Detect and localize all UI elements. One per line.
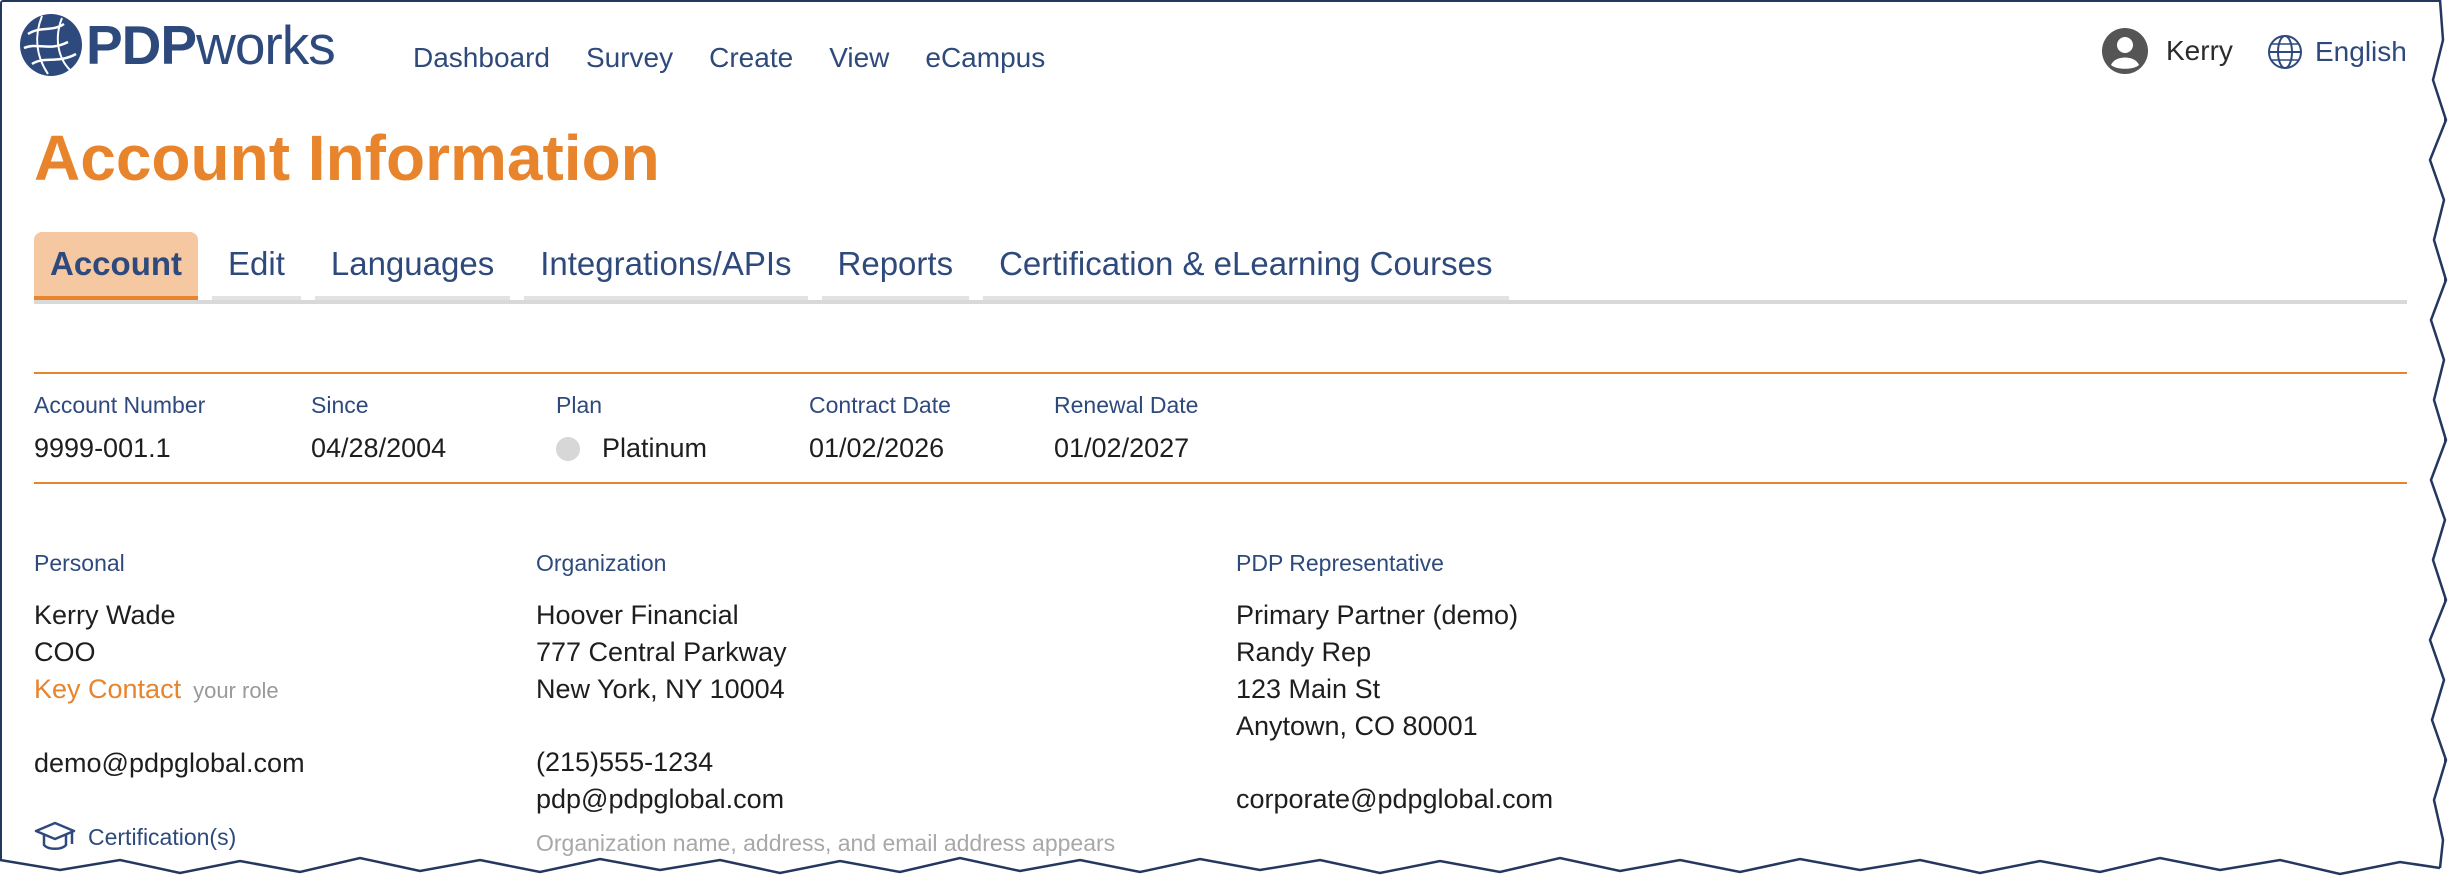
contract-date-field: Contract Date 01/02/2026 bbox=[809, 392, 951, 464]
contract-date-label: Contract Date bbox=[809, 392, 951, 418]
organization-name: Hoover Financial bbox=[536, 600, 739, 630]
organization-email: pdp@pdpglobal.com bbox=[536, 784, 785, 814]
account-tabs: Account Edit Languages Integrations/APIs… bbox=[34, 232, 2407, 304]
globe-logo-icon bbox=[20, 14, 82, 76]
pdpworks-logo[interactable]: PDPworks bbox=[18, 12, 336, 78]
organization-section: Organization Hoover Financial 777 Centra… bbox=[536, 550, 787, 818]
personal-title: COO bbox=[34, 637, 96, 667]
globe-icon bbox=[2268, 35, 2302, 69]
summary-top-rule bbox=[34, 372, 2407, 374]
logo-pdp-text: PDP bbox=[86, 13, 197, 76]
representative-email: corporate@pdpglobal.com bbox=[1236, 784, 1554, 814]
representative-partner: Primary Partner (demo) bbox=[1236, 600, 1519, 630]
account-number-value: 9999-001.1 bbox=[34, 433, 171, 463]
since-label: Since bbox=[311, 392, 369, 418]
plan-value-row: Platinum bbox=[556, 433, 707, 464]
logo-works-text: works bbox=[196, 13, 336, 76]
renewal-date-field: Renewal Date 01/02/2027 bbox=[1054, 392, 1198, 464]
language-selector[interactable]: English bbox=[2267, 34, 2407, 70]
nav-view[interactable]: View bbox=[829, 42, 889, 74]
personal-section: Personal Kerry Wade COO Key Contact your … bbox=[34, 550, 305, 782]
personal-name: Kerry Wade bbox=[34, 600, 176, 630]
personal-contact-row: Key Contact your role bbox=[34, 671, 305, 709]
representative-address-line1: 123 Main St bbox=[1236, 674, 1381, 704]
key-contact-label: Key Contact bbox=[34, 674, 182, 704]
representative-section: PDP Representative Primary Partner (demo… bbox=[1236, 550, 1553, 818]
nav-dashboard[interactable]: Dashboard bbox=[413, 42, 550, 74]
representative-heading: PDP Representative bbox=[1236, 550, 1444, 576]
nav-create[interactable]: Create bbox=[709, 42, 793, 74]
nav-survey[interactable]: Survey bbox=[586, 42, 673, 74]
logo-wordmark: PDPworks bbox=[86, 17, 336, 73]
since-field: Since 04/28/2004 bbox=[311, 392, 446, 464]
certifications-link[interactable]: Certification(s) bbox=[34, 820, 236, 854]
page-title: Account Information bbox=[34, 122, 660, 194]
nav-ecampus[interactable]: eCampus bbox=[925, 42, 1045, 74]
plan-label: Plan bbox=[556, 392, 603, 418]
organization-heading: Organization bbox=[536, 550, 667, 576]
since-value: 04/28/2004 bbox=[311, 433, 447, 463]
language-label: English bbox=[2315, 36, 2407, 67]
representative-address-line2: Anytown, CO 80001 bbox=[1236, 711, 1478, 741]
plan-field: Plan Platinum bbox=[556, 392, 707, 464]
representative-name: Randy Rep bbox=[1236, 637, 1372, 667]
user-name: Kerry bbox=[2166, 35, 2233, 66]
organization-address-line1: 777 Central Parkway bbox=[536, 637, 787, 667]
contract-date-value: 01/02/2026 bbox=[809, 433, 945, 463]
role-hint: your role bbox=[193, 678, 279, 703]
graduation-cap-icon bbox=[34, 821, 76, 850]
tab-certification-elearning[interactable]: Certification & eLearning Courses bbox=[983, 232, 1509, 300]
tab-integrations-apis[interactable]: Integrations/APIs bbox=[524, 232, 808, 300]
renewal-date-value: 01/02/2027 bbox=[1054, 433, 1190, 463]
tab-languages[interactable]: Languages bbox=[314, 232, 511, 300]
plan-status-dot bbox=[556, 436, 580, 461]
renewal-date-label: Renewal Date bbox=[1054, 392, 1199, 418]
tab-reports[interactable]: Reports bbox=[821, 232, 970, 300]
tab-account[interactable]: Account bbox=[34, 232, 198, 300]
certifications-label: Certification(s) bbox=[88, 823, 237, 850]
organization-note: Organization name, address, and email ad… bbox=[536, 830, 1116, 856]
summary-bottom-rule bbox=[34, 482, 2407, 484]
organization-phone: (215)555-1234 bbox=[536, 747, 714, 777]
plan-value: Platinum bbox=[602, 433, 708, 463]
tab-edit[interactable]: Edit bbox=[212, 232, 301, 300]
personal-heading: Personal bbox=[34, 550, 125, 576]
user-menu[interactable]: Kerry bbox=[2102, 28, 2233, 74]
main-nav: Dashboard Survey Create View eCampus bbox=[413, 42, 1045, 74]
organization-address-line2: New York, NY 10004 bbox=[536, 674, 785, 704]
account-number-field: Account Number 9999-001.1 bbox=[34, 392, 205, 464]
user-avatar-icon bbox=[2102, 28, 2148, 74]
account-number-label: Account Number bbox=[34, 392, 206, 418]
personal-email: demo@pdpglobal.com bbox=[34, 748, 305, 778]
